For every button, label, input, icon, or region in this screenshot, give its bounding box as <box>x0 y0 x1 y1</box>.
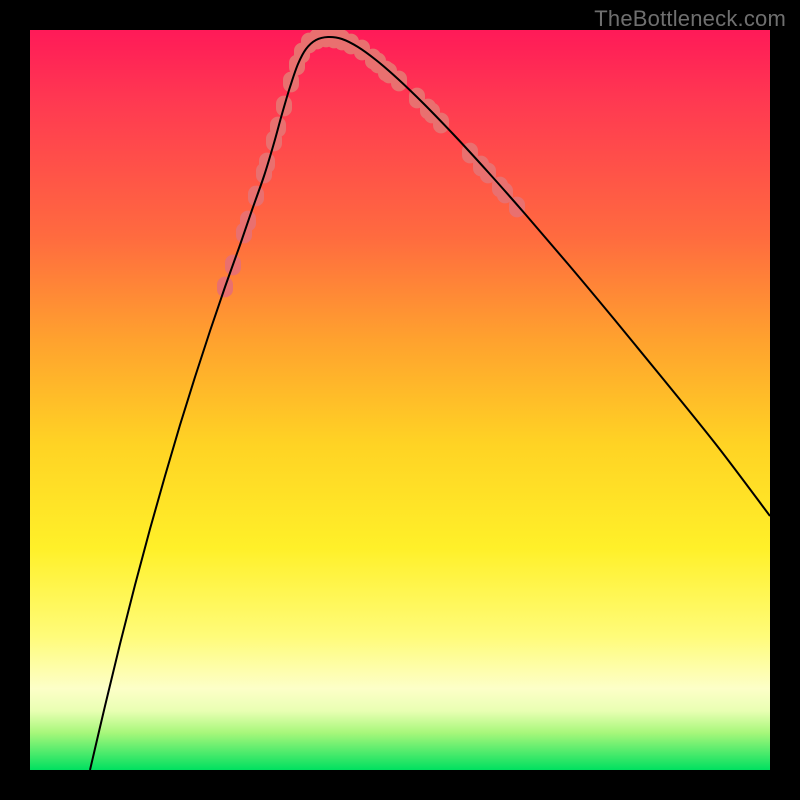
bottleneck-curve <box>90 37 770 770</box>
chart-frame: TheBottleneck.com <box>0 0 800 800</box>
curve-marker <box>259 153 275 174</box>
marker-layer <box>217 30 525 297</box>
chart-svg <box>30 30 770 770</box>
plot-area <box>30 30 770 770</box>
watermark-text: TheBottleneck.com <box>594 6 786 32</box>
